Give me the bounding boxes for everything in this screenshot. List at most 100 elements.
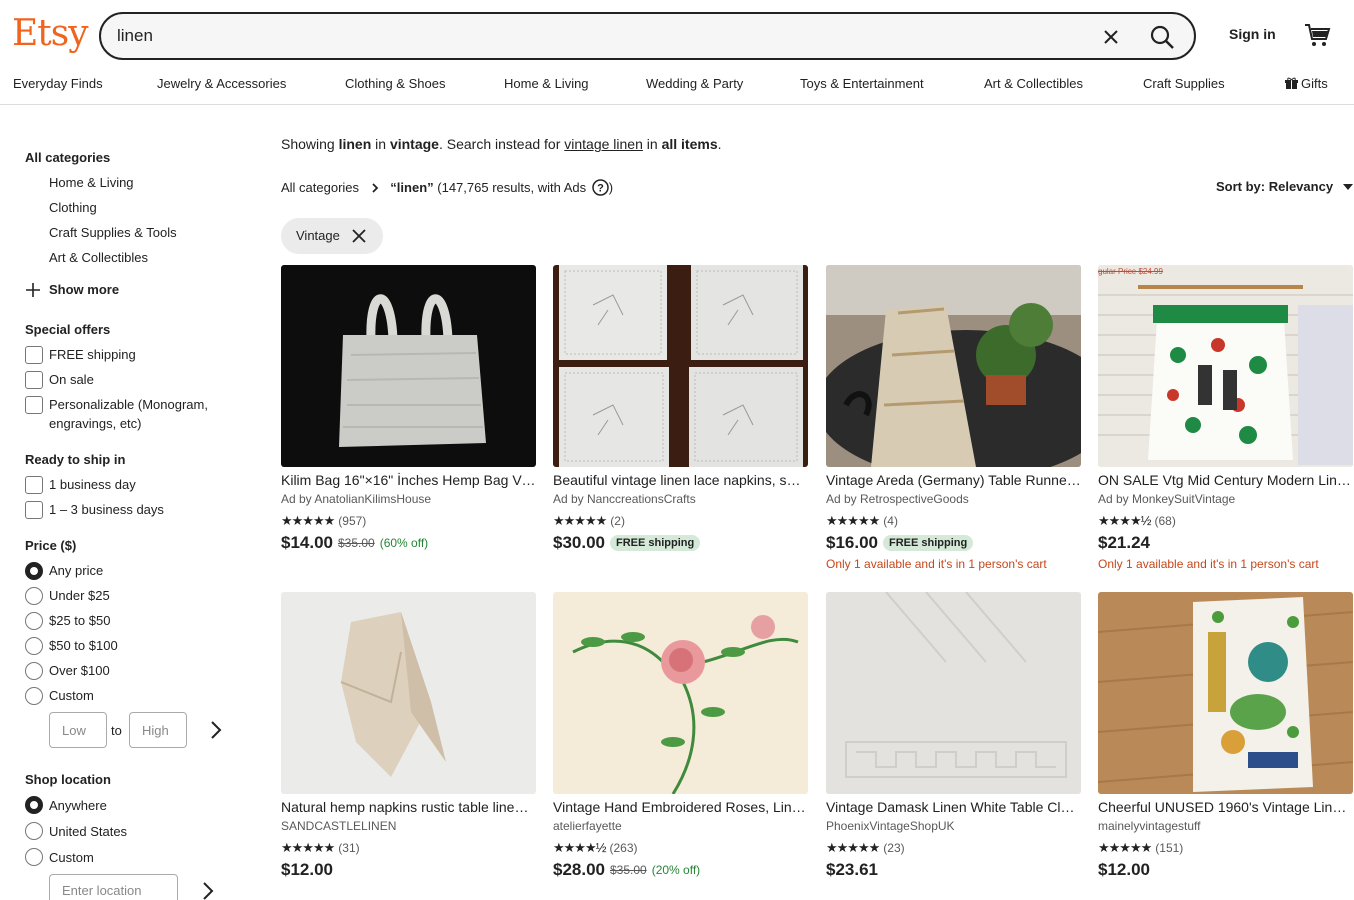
rating: ★★★★★ (2)	[553, 512, 808, 530]
nav-everyday-finds[interactable]: Everyday Finds	[13, 76, 103, 91]
price-to-label: to	[111, 723, 122, 738]
listing-image[interactable]	[553, 592, 808, 794]
show-more-button[interactable]: Show more	[49, 282, 119, 297]
listing-card[interactable]: Vintage Damask Linen White Table Cloth G…	[826, 592, 1081, 881]
listing-title[interactable]: Kilim Bag 16"×16" İnches Hemp Bag Vintag…	[281, 472, 536, 490]
personalizable-label-cont[interactable]: engravings, etc)	[49, 416, 142, 431]
over-100-radio[interactable]	[25, 662, 43, 680]
category-clothing[interactable]: Clothing	[49, 200, 97, 215]
shop-name: mainelyvintagestuff	[1098, 819, 1201, 833]
review-count: (2)	[610, 514, 625, 528]
nav-jewelry-accessories[interactable]: Jewelry & Accessories	[157, 76, 286, 91]
notice-scope: vintage	[389, 136, 439, 152]
sign-in-link[interactable]: Sign in	[1229, 26, 1276, 42]
listing-title[interactable]: Natural hemp napkins rustic table linen …	[281, 799, 536, 817]
chevron-right-icon	[372, 183, 378, 193]
listing-card[interactable]: Vintage Hand Embroidered Roses, Linen Ta…	[553, 592, 808, 881]
image-overlay-price-text: gular Price $24.99	[1098, 267, 1163, 276]
listing-card[interactable]: Cheerful UNUSED 1960's Vintage Linen Tea…	[1098, 592, 1353, 881]
on-sale-checkbox[interactable]	[25, 371, 43, 389]
cart-icon[interactable]	[1303, 22, 1331, 48]
price-low-input[interactable]: Low	[49, 712, 107, 748]
25-to-50-label[interactable]: $25 to $50	[49, 613, 110, 628]
under-25-radio[interactable]	[25, 587, 43, 605]
free-shipping-label[interactable]: FREE shipping	[49, 347, 136, 362]
anywhere-radio[interactable]	[25, 796, 43, 814]
search-instead-link[interactable]: vintage linen	[564, 136, 643, 152]
listing-card[interactable]: gular Price $24.99 ON SALE Vtg Mid Centu…	[1098, 265, 1353, 571]
under-25-label[interactable]: Under $25	[49, 588, 110, 603]
listing-image[interactable]: gular Price $24.99	[1098, 265, 1353, 467]
nav-clothing-shoes[interactable]: Clothing & Shoes	[345, 76, 445, 91]
listing-title[interactable]: Vintage Areda (Germany) Table Runner lin…	[826, 472, 1081, 490]
listing-image[interactable]	[826, 265, 1081, 467]
listing-title[interactable]: Beautiful vintage linen lace napkins, se…	[553, 472, 808, 490]
price-submit-chevron-icon[interactable]	[208, 720, 224, 740]
sort-dropdown[interactable]: Sort by: Relevancy	[1216, 179, 1353, 194]
vintage-filter-chip[interactable]: Vintage	[281, 218, 383, 254]
location-input[interactable]: Enter location	[49, 874, 178, 900]
one-day-checkbox[interactable]	[25, 476, 43, 494]
united-states-radio[interactable]	[25, 822, 43, 840]
breadcrumb-all-categories[interactable]: All categories	[281, 180, 359, 195]
categories-title[interactable]: All categories	[25, 150, 110, 165]
listing-image[interactable]	[826, 592, 1081, 794]
plus-icon[interactable]	[25, 282, 41, 298]
remove-filter-icon[interactable]	[351, 228, 367, 244]
listing-card[interactable]: Natural hemp napkins rustic table linen …	[281, 592, 536, 881]
custom-location-radio[interactable]	[25, 848, 43, 866]
search-icon[interactable]	[1148, 23, 1176, 51]
50-to-100-radio[interactable]	[25, 637, 43, 655]
category-art-collectibles[interactable]: Art & Collectibles	[49, 250, 148, 265]
nav-art-collectibles[interactable]: Art & Collectibles	[984, 76, 1083, 91]
nav-gifts[interactable]: Gifts	[1301, 76, 1328, 91]
personalizable-checkbox[interactable]	[25, 396, 43, 414]
notice-text: .	[717, 136, 722, 152]
one-day-label[interactable]: 1 business day	[49, 477, 136, 492]
clear-search-icon[interactable]	[1098, 24, 1124, 50]
etsy-logo[interactable]: Etsy	[12, 12, 89, 56]
location-submit-chevron-icon[interactable]	[200, 881, 216, 900]
listing-card[interactable]: Beautiful vintage linen lace napkins, se…	[553, 265, 808, 554]
category-home-living[interactable]: Home & Living	[49, 175, 134, 190]
one-three-days-checkbox[interactable]	[25, 501, 43, 519]
listing-card[interactable]: Kilim Bag 16"×16" İnches Hemp Bag Vintag…	[281, 265, 536, 554]
listing-title[interactable]: ON SALE Vtg Mid Century Modern Linen Apr…	[1098, 472, 1353, 490]
rating: ★★★★½ (68)	[1098, 512, 1353, 530]
listing-image[interactable]	[281, 592, 536, 794]
one-three-days-label[interactable]: 1 – 3 business days	[49, 502, 164, 517]
nav-craft-supplies[interactable]: Craft Supplies	[1143, 76, 1225, 91]
over-100-label[interactable]: Over $100	[49, 663, 110, 678]
custom-price-label[interactable]: Custom	[49, 688, 94, 703]
search-input[interactable]	[117, 24, 1057, 48]
any-price-label[interactable]: Any price	[49, 563, 103, 578]
united-states-label[interactable]: United States	[49, 824, 127, 839]
listing-title[interactable]: Vintage Damask Linen White Table Cloth G…	[826, 799, 1081, 817]
result-count-close: )	[608, 180, 614, 195]
on-sale-label[interactable]: On sale	[49, 372, 94, 387]
custom-location-label[interactable]: Custom	[49, 850, 94, 865]
category-craft-supplies[interactable]: Craft Supplies & Tools	[49, 225, 177, 240]
custom-price-radio[interactable]	[25, 687, 43, 705]
any-price-radio[interactable]	[25, 562, 43, 580]
result-count: (147,765 results, with Ads	[437, 180, 587, 195]
listing-image[interactable]	[553, 265, 808, 467]
help-icon[interactable]: ?	[592, 179, 609, 196]
listing-image[interactable]	[1098, 592, 1353, 794]
listing-title[interactable]: Cheerful UNUSED 1960's Vintage Linen Tea…	[1098, 799, 1353, 817]
listing-image[interactable]	[281, 265, 536, 467]
free-shipping-checkbox[interactable]	[25, 346, 43, 364]
gift-icon	[1285, 77, 1298, 89]
25-to-50-radio[interactable]	[25, 612, 43, 630]
star-rating-icon: ★★★★★	[281, 513, 335, 528]
nav-home-living[interactable]: Home & Living	[504, 76, 589, 91]
50-to-100-label[interactable]: $50 to $100	[49, 638, 118, 653]
nav-wedding-party[interactable]: Wedding & Party	[646, 76, 743, 91]
anywhere-label[interactable]: Anywhere	[49, 798, 107, 813]
nav-toys-entertainment[interactable]: Toys & Entertainment	[800, 76, 924, 91]
star-rating-icon: ★★★★★	[281, 840, 335, 855]
price-high-input[interactable]: High	[129, 712, 187, 748]
personalizable-label[interactable]: Personalizable (Monogram,	[49, 397, 208, 412]
listing-card[interactable]: Vintage Areda (Germany) Table Runner lin…	[826, 265, 1081, 571]
listing-title[interactable]: Vintage Hand Embroidered Roses, Linen Ta…	[553, 799, 808, 817]
